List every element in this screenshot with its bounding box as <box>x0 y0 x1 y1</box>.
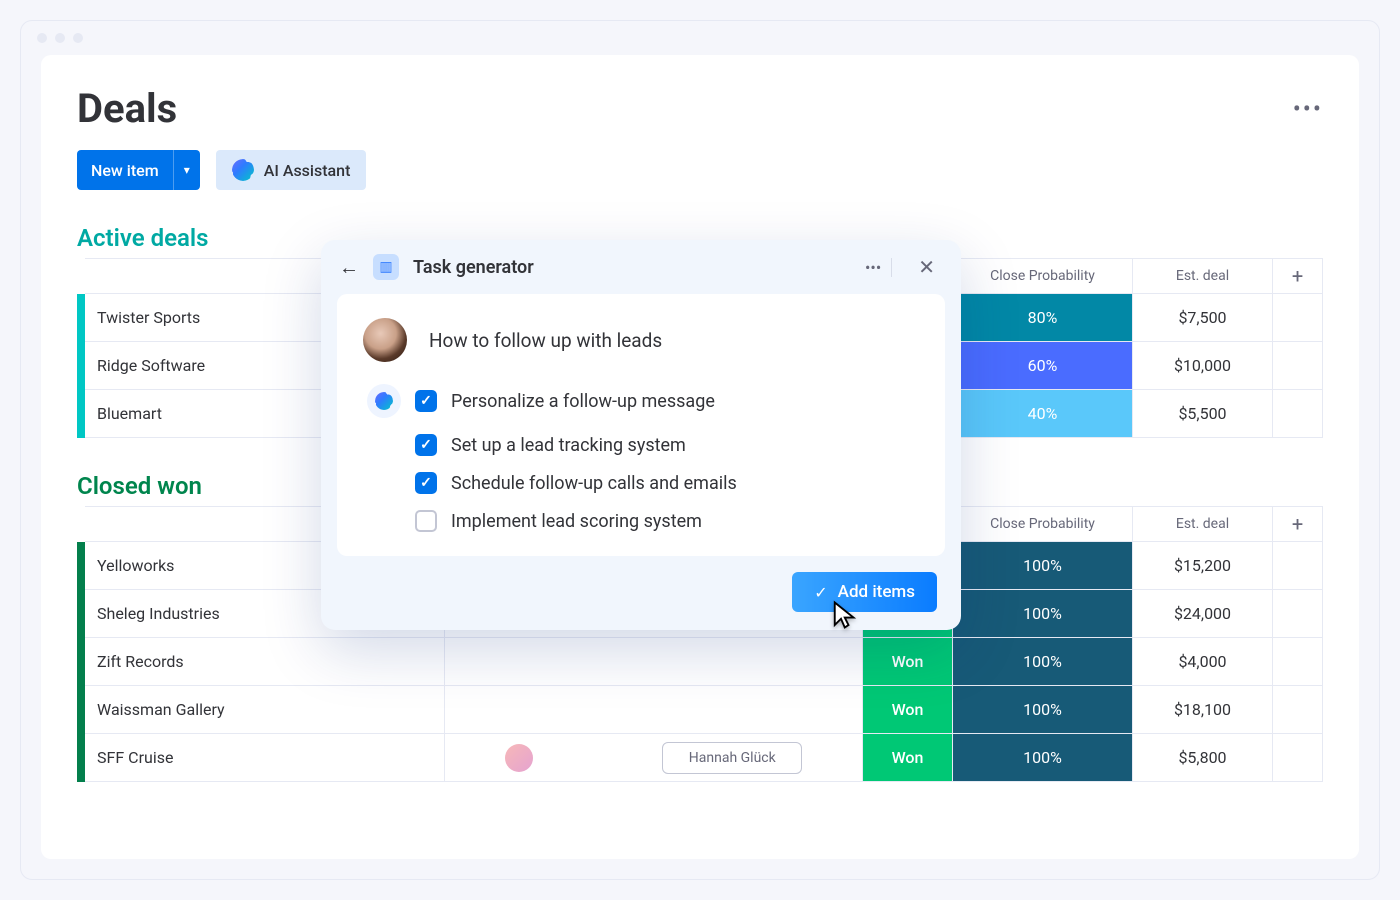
close-probability-cell[interactable]: 100% <box>953 734 1133 782</box>
est-deal-cell[interactable]: $5,500 <box>1133 390 1273 438</box>
close-probability-cell[interactable]: 100% <box>953 638 1133 686</box>
est-deal-cell[interactable]: $24,000 <box>1133 590 1273 638</box>
task-row: Personalize a follow-up message <box>367 384 919 418</box>
app-window: Deals ••• New item ▾ AI Assistant Active… <box>20 20 1380 880</box>
task-row: Implement lead scoring system <box>367 510 919 532</box>
page-title: Deals <box>77 85 177 132</box>
est-deal-cell[interactable]: $18,100 <box>1133 686 1273 734</box>
est-deal-cell[interactable]: $7,500 <box>1133 294 1273 342</box>
deal-name[interactable]: SFF Cruise <box>85 734 445 782</box>
window-titlebar <box>21 21 1379 55</box>
person-name[interactable]: Hannah Glück <box>662 742 802 774</box>
status-cell[interactable]: Won <box>863 734 953 782</box>
task-generator-popup: ← ▥ Task generator ••• ✕ How to follow u… <box>321 240 961 630</box>
close-probability-cell[interactable]: 80% <box>953 294 1133 342</box>
task-label: Schedule follow-up calls and emails <box>451 473 737 494</box>
check-icon: ✓ <box>814 583 827 602</box>
more-options-icon[interactable]: ••• <box>1293 95 1323 123</box>
task-label: Implement lead scoring system <box>451 511 702 532</box>
task-label: Personalize a follow-up message <box>451 391 715 412</box>
col-close-probability: Close Probability <box>953 258 1133 294</box>
est-deal-cell[interactable]: $10,000 <box>1133 342 1273 390</box>
task-checkbox[interactable] <box>415 434 437 456</box>
person-avatar <box>505 744 533 772</box>
ai-assistant-label: AI Assistant <box>264 161 351 180</box>
chevron-down-icon[interactable]: ▾ <box>174 163 200 177</box>
add-items-label: Add items <box>838 582 915 602</box>
mouse-cursor-icon <box>831 600 861 630</box>
close-probability-cell[interactable]: 60% <box>953 342 1133 390</box>
traffic-light-dot <box>73 33 83 43</box>
col-est-deal: Est. deal <box>1133 506 1273 542</box>
add-items-button[interactable]: ✓ Add items <box>792 572 937 612</box>
close-probability-cell[interactable]: 100% <box>953 590 1133 638</box>
new-item-button[interactable]: New item ▾ <box>77 150 200 190</box>
add-column-button[interactable]: + <box>1273 506 1323 542</box>
table-row[interactable]: Waissman Gallery Won 100% $18,100 <box>77 686 1323 734</box>
table-row[interactable]: SFF Cruise Hannah Glück Won 100% $5,800 <box>77 734 1323 782</box>
board-content: Deals ••• New item ▾ AI Assistant Active… <box>41 55 1359 859</box>
ai-badge-icon <box>367 384 401 418</box>
status-cell[interactable]: Won <box>863 638 953 686</box>
task-label: Set up a lead tracking system <box>451 435 686 456</box>
task-row: Schedule follow-up calls and emails <box>367 472 919 494</box>
col-est-deal: Est. deal <box>1133 258 1273 294</box>
close-probability-cell[interactable]: 40% <box>953 390 1133 438</box>
task-generator-icon: ▥ <box>373 254 399 280</box>
user-avatar <box>363 318 407 362</box>
new-item-label: New item <box>77 150 174 190</box>
traffic-light-dot <box>37 33 47 43</box>
close-probability-cell[interactable]: 100% <box>953 542 1133 590</box>
back-arrow-icon[interactable]: ← <box>339 255 359 280</box>
close-probability-cell[interactable]: 100% <box>953 686 1133 734</box>
deal-name[interactable]: Zift Records <box>85 638 445 686</box>
close-icon[interactable]: ✕ <box>910 255 943 279</box>
popup-title: Task generator <box>413 257 841 278</box>
task-row: Set up a lead tracking system <box>367 434 919 456</box>
deal-name[interactable]: Waissman Gallery <box>85 686 445 734</box>
task-checkbox[interactable] <box>415 510 437 532</box>
ai-logo-icon <box>232 159 254 181</box>
traffic-light-dot <box>55 33 65 43</box>
task-checkbox[interactable] <box>415 390 437 412</box>
task-checkbox[interactable] <box>415 472 437 494</box>
col-close-probability: Close Probability <box>953 506 1133 542</box>
popup-more-icon[interactable]: ••• <box>855 258 892 277</box>
table-row[interactable]: Zift Records Won 100% $4,000 <box>77 638 1323 686</box>
prompt-text: How to follow up with leads <box>429 329 662 352</box>
est-deal-cell[interactable]: $5,800 <box>1133 734 1273 782</box>
add-column-button[interactable]: + <box>1273 258 1323 294</box>
est-deal-cell[interactable]: $4,000 <box>1133 638 1273 686</box>
est-deal-cell[interactable]: $15,200 <box>1133 542 1273 590</box>
status-cell[interactable]: Won <box>863 686 953 734</box>
ai-assistant-button[interactable]: AI Assistant <box>216 150 367 190</box>
